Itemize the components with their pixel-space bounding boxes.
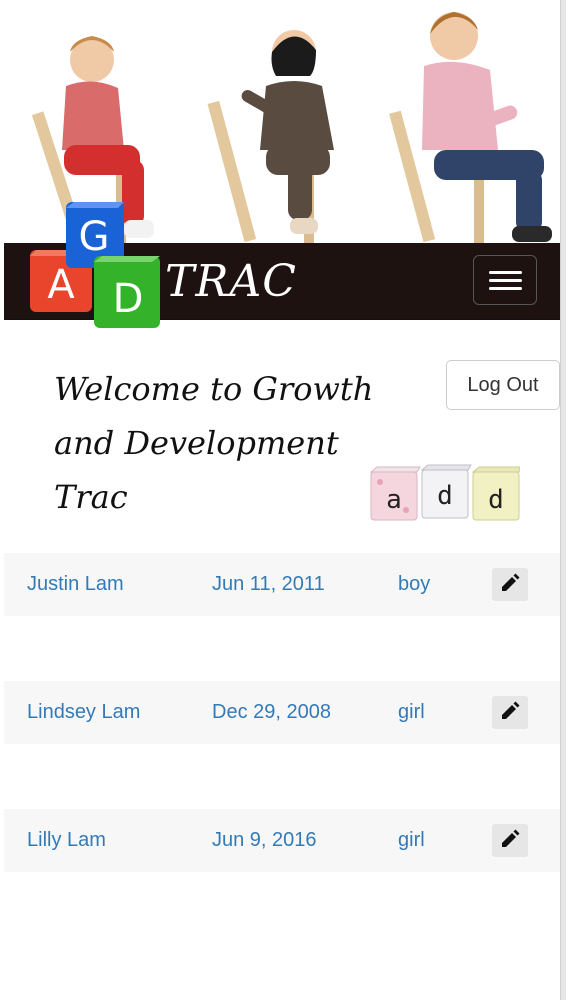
logo-block-d: D (94, 256, 160, 328)
svg-text:d: d (488, 485, 504, 515)
pencil-icon (502, 829, 520, 847)
child-gender-link[interactable]: girl (398, 809, 425, 872)
child-figure-right (389, 12, 552, 243)
edit-child-button[interactable] (492, 696, 528, 729)
agd-logo[interactable]: A G D (28, 200, 162, 332)
add-block-2: d (420, 464, 472, 519)
svg-text:a: a (386, 485, 402, 515)
child-row: Lilly Lam Jun 9, 2016 girl (4, 809, 560, 872)
svg-text:G: G (79, 214, 110, 260)
svg-text:A: A (47, 262, 75, 308)
svg-text:d: d (437, 481, 453, 511)
child-row: Justin Lam Jun 11, 2011 boy (4, 553, 560, 616)
child-birthdate-link[interactable]: Dec 29, 2008 (212, 681, 331, 744)
child-name-link[interactable]: Justin Lam (27, 553, 124, 616)
child-birthdate-link[interactable]: Jun 9, 2016 (212, 809, 317, 872)
logout-button[interactable]: Log Out (446, 360, 560, 410)
edit-child-button[interactable] (492, 824, 528, 857)
pencil-icon (502, 573, 520, 591)
child-gender-link[interactable]: boy (398, 553, 430, 616)
page-scrollbar[interactable] (560, 0, 566, 1000)
child-gender-link[interactable]: girl (398, 681, 425, 744)
pencil-icon (502, 701, 520, 719)
menu-toggle-button[interactable] (473, 255, 537, 305)
brand-title[interactable]: TRAC (165, 256, 297, 307)
svg-text:D: D (113, 276, 144, 322)
child-name-link[interactable]: Lilly Lam (27, 809, 106, 872)
child-row: Lindsey Lam Dec 29, 2008 girl (4, 681, 560, 744)
edit-child-button[interactable] (492, 568, 528, 601)
welcome-line-1: Welcome to Growth (54, 370, 374, 408)
welcome-heading: Welcome to Growth and Development Trac (54, 362, 374, 524)
add-block-1: a (370, 466, 421, 521)
add-block-3: d (471, 466, 520, 521)
add-child-button[interactable]: a d d (370, 464, 520, 522)
child-name-link[interactable]: Lindsey Lam (27, 681, 140, 744)
welcome-line-2: and Development Trac (54, 424, 339, 516)
child-figure-middle (207, 30, 334, 243)
child-birthdate-link[interactable]: Jun 11, 2011 (212, 553, 325, 616)
